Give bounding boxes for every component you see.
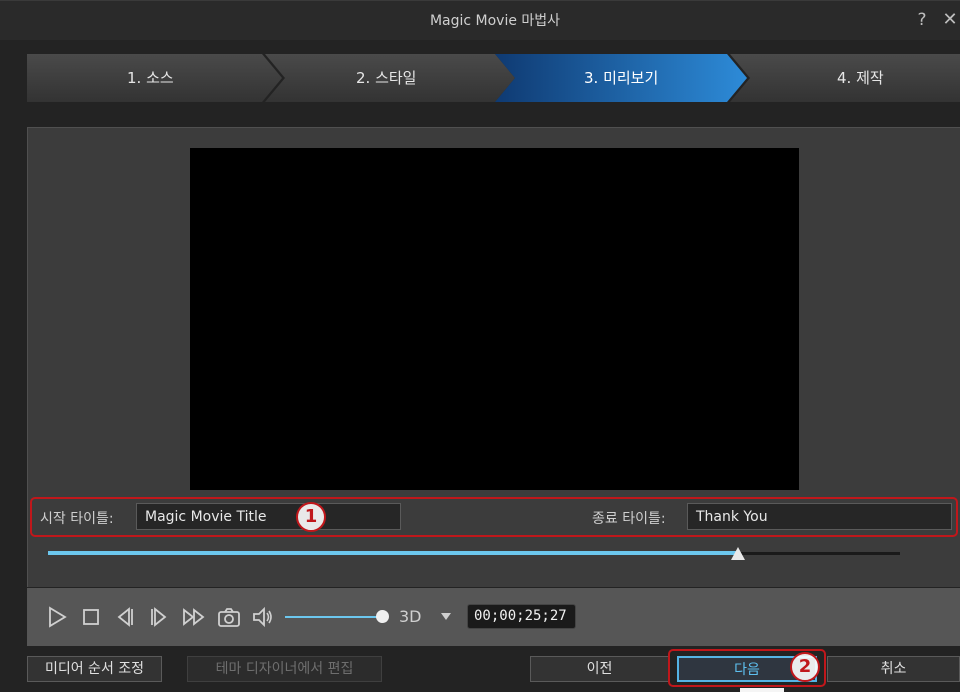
volume-icon[interactable] [251, 605, 275, 629]
help-icon[interactable]: ? [911, 9, 933, 31]
step-3-label[interactable]: 3. 미리보기 [584, 67, 658, 88]
3d-dropdown-arrow-icon[interactable] [441, 613, 451, 620]
wizard-steps: 1. 소스 2. 스타일 3. 미리보기 4. 제작 [27, 54, 960, 102]
step-4-label[interactable]: 4. 제작 [837, 67, 884, 88]
3d-button[interactable]: 3D [399, 607, 422, 626]
cancel-button[interactable]: 취소 [827, 656, 960, 682]
seek-handle[interactable] [731, 547, 745, 560]
step-2-label[interactable]: 2. 스타일 [356, 67, 416, 88]
volume-slider-handle[interactable] [376, 610, 389, 623]
volume-slider-track[interactable] [285, 616, 380, 618]
callout-1-badge: 1 [296, 502, 326, 532]
end-title-input[interactable]: Thank You [687, 503, 952, 530]
start-title-input[interactable]: Magic Movie Title [136, 503, 401, 530]
tooltip-fragment [740, 688, 784, 692]
title-bar: Magic Movie 마법사 ? ✕ [0, 0, 960, 40]
step-1-label[interactable]: 1. 소스 [127, 67, 174, 88]
prev-frame-icon[interactable] [113, 605, 137, 629]
fast-forward-icon[interactable] [182, 605, 206, 629]
next-frame-icon[interactable] [147, 605, 171, 629]
play-icon[interactable] [45, 605, 69, 629]
media-order-button[interactable]: 미디어 순서 조정 [27, 656, 162, 682]
magic-movie-dialog: Magic Movie 마법사 ? ✕ 1. 소스 2. 스타일 3. 미리보기… [0, 0, 960, 692]
theme-designer-button[interactable]: 테마 디자이너에서 편집 [187, 656, 382, 682]
start-title-label: 시작 타이틀: [40, 511, 114, 527]
close-icon[interactable]: ✕ [939, 9, 960, 31]
prev-button[interactable]: 이전 [530, 656, 669, 682]
end-title-label: 종료 타이틀: [592, 511, 666, 527]
callout-2-badge: 2 [790, 652, 820, 682]
snapshot-camera-icon[interactable] [217, 605, 241, 629]
window-title: Magic Movie 마법사 [429, 13, 561, 29]
video-preview [190, 148, 799, 490]
stop-icon[interactable] [79, 605, 103, 629]
timecode-display: 00;00;25;27 [467, 604, 576, 629]
seek-progress [48, 551, 738, 555]
